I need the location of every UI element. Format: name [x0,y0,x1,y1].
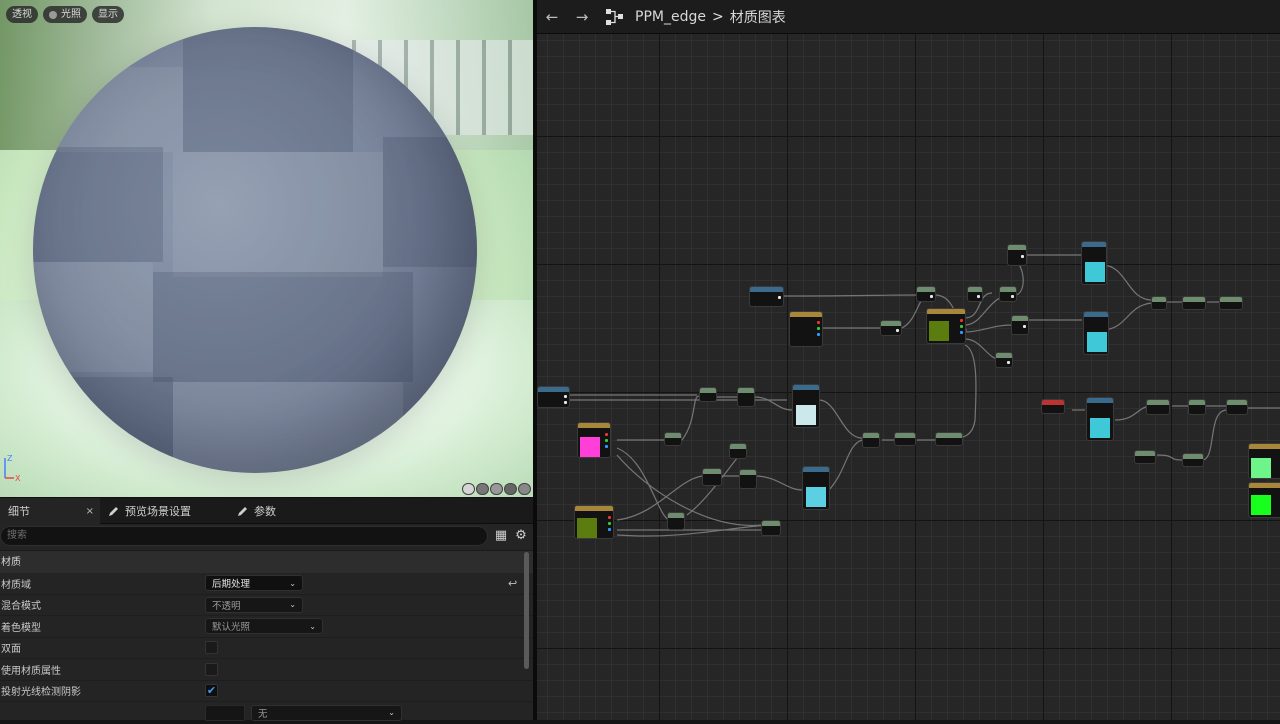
asset-thumbnail[interactable] [205,704,245,721]
cube-mesh-icon[interactable] [504,483,517,495]
svg-text:X: X [15,474,21,482]
graph-tree-icon [606,8,623,25]
material-node[interactable] [1219,296,1243,310]
material-node[interactable] [995,352,1013,368]
use-material-attributes-checkbox[interactable] [205,662,218,676]
cylinder-mesh-icon[interactable] [462,483,475,495]
material-node[interactable] [1007,244,1027,266]
material-domain-dropdown[interactable]: 后期处理 ⌄ [205,575,303,592]
material-node[interactable] [1226,399,1248,415]
breadcrumb-separator: > [711,8,724,25]
material-node[interactable] [894,432,916,446]
texture-node[interactable] [1083,311,1109,355]
material-node[interactable] [702,468,722,486]
material-node[interactable] [1011,315,1029,335]
tab-details[interactable]: 细节 × [0,498,100,524]
breadcrumb-material-graph[interactable]: 材质图表 [730,7,786,27]
pencil-icon [109,506,118,516]
material-preview-viewport[interactable]: 透视 光照 显示 Z X [0,0,533,497]
details-scrollbar[interactable] [524,552,529,669]
material-node[interactable] [880,320,902,336]
asset-picker-dropdown[interactable]: 无 ⌄ [251,704,402,721]
tab-parameters[interactable]: 参数 [229,498,284,524]
section-header-material[interactable]: 材质 [0,550,533,573]
material-node[interactable] [667,512,685,530]
texture-node[interactable] [802,466,830,510]
texture-node[interactable] [1081,241,1107,285]
color-node[interactable] [1248,443,1280,479]
back-arrow-icon[interactable]: ← [537,0,567,34]
material-node[interactable] [999,286,1017,302]
texture-node[interactable] [792,384,820,428]
color-node[interactable] [577,422,611,458]
two-sided-checkbox[interactable] [205,641,218,655]
gear-icon[interactable]: ⚙ [514,529,528,543]
property-material-domain: 材质域 后期处理 ⌄ ↩ [0,573,533,595]
material-node[interactable] [1182,296,1206,310]
close-tab-icon[interactable]: × [86,506,94,517]
blend-mode-dropdown[interactable]: 不透明 ⌄ [205,596,303,613]
tab-preview-scene-settings[interactable]: 预览场景设置 [100,498,199,524]
light-dot-icon [49,10,57,19]
property-use-material-attributes: 使用材质属性 [0,659,533,681]
cast-ray-traced-shadows-checkbox[interactable]: ✔ [205,684,218,698]
material-node[interactable] [739,469,757,489]
forward-arrow-icon[interactable]: → [567,0,597,34]
material-node[interactable] [862,432,880,448]
material-node[interactable] [537,386,570,408]
property-cast-ray-traced-shadows: 投射光线检测阴影 ✔ [0,681,533,702]
material-node[interactable] [699,387,717,402]
custom-mesh-icon[interactable] [518,483,531,495]
search-input[interactable]: 搜索 [0,526,488,546]
reset-arrow-icon[interactable]: ↩ [508,577,517,590]
graph-breadcrumb-bar: ← → PPM_edge > 材质图表 [537,0,1280,34]
lighting-button[interactable]: 光照 [43,6,87,23]
material-node[interactable] [1151,296,1167,310]
preview-sphere [33,27,477,473]
sphere-mesh-icon[interactable] [476,483,489,495]
property-blend-mode: 混合模式 不透明 ⌄ [0,595,533,616]
chevron-down-icon: ⌄ [309,621,316,631]
property-subsurface-profile: 无 ⌄ [0,702,533,724]
material-node[interactable] [1188,399,1206,415]
material-node[interactable] [1182,453,1204,467]
show-button[interactable]: 显示 [92,6,124,23]
material-node[interactable] [1134,450,1156,464]
details-panel: 细节 × 预览场景设置 参数 搜索 ▦ ⚙ 材质 材质域 后期处理 ⌄ ↩ 混合模… [0,497,533,721]
shading-model-dropdown[interactable]: 默认光照 ⌄ [205,618,323,635]
plane-mesh-icon[interactable] [490,483,503,495]
chevron-down-icon: ⌄ [388,708,395,718]
color-node[interactable] [1248,482,1280,518]
color-node[interactable] [574,505,614,539]
preview-mesh-selector[interactable] [462,483,531,495]
chevron-down-icon: ⌄ [289,600,296,610]
texture-node[interactable] [1086,397,1114,441]
material-node[interactable] [967,286,983,302]
material-node[interactable] [1146,399,1170,415]
material-node[interactable] [789,311,823,347]
node-wires [568,254,1280,537]
chevron-down-icon: ⌄ [289,578,296,588]
pencil-icon [238,506,247,516]
material-node[interactable] [761,520,781,536]
material-node[interactable] [664,432,682,446]
color-node[interactable] [926,308,966,344]
perspective-button[interactable]: 透视 [6,6,38,23]
axis-gizmo-icon: Z X [4,454,21,482]
material-node[interactable] [916,286,936,302]
material-node[interactable] [749,286,784,307]
material-node[interactable] [729,443,747,459]
material-node[interactable] [935,432,963,446]
material-graph-canvas[interactable] [537,0,1280,720]
breadcrumb-asset[interactable]: PPM_edge [635,9,706,25]
table-view-icon[interactable]: ▦ [494,529,508,543]
svg-text:Z: Z [7,454,13,463]
material-node[interactable] [737,387,755,407]
property-two-sided: 双面 [0,638,533,659]
material-node[interactable] [1041,399,1065,414]
property-shading-model: 着色模型 默认光照 ⌄ [0,616,533,638]
